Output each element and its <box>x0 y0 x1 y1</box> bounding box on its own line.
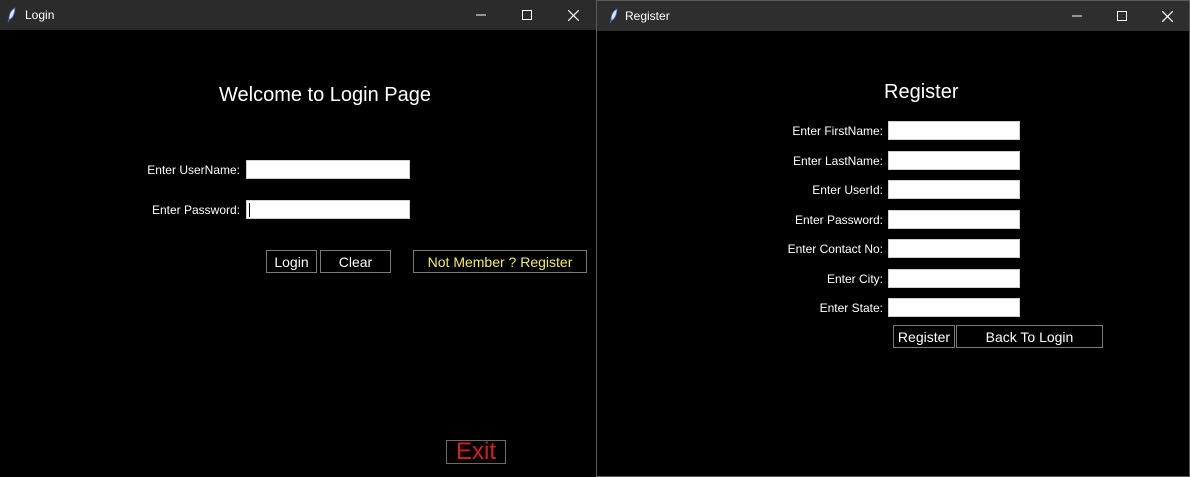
text-caret <box>249 203 250 217</box>
page-title: Welcome to Login Page <box>219 84 431 106</box>
lastname-input[interactable] <box>888 151 1020 170</box>
minimize-button[interactable] <box>1054 1 1100 31</box>
close-button[interactable] <box>550 0 596 30</box>
clear-button[interactable]: Clear <box>320 250 391 273</box>
minimize-button[interactable] <box>458 0 504 30</box>
city-input[interactable] <box>888 269 1020 288</box>
window-title: Register <box>625 9 670 23</box>
userid-label: Enter UserId: <box>812 183 883 197</box>
login-button[interactable]: Login <box>266 250 317 273</box>
maximize-icon <box>522 10 532 20</box>
maximize-button[interactable] <box>504 0 550 30</box>
contact-input[interactable] <box>888 239 1020 258</box>
password-label: Enter Password: <box>151 203 240 217</box>
password-input[interactable] <box>888 210 1020 229</box>
lastname-label: Enter LastName: <box>792 154 883 168</box>
password-input[interactable] <box>246 200 410 219</box>
register-button[interactable]: Register <box>893 325 955 348</box>
contact-label: Enter Contact No: <box>787 242 883 256</box>
username-label: Enter UserName: <box>147 163 240 177</box>
close-button[interactable] <box>1144 1 1189 31</box>
firstname-input[interactable] <box>888 121 1020 140</box>
page-title: Register <box>884 81 959 103</box>
register-link-button[interactable]: Not Member ? Register <box>413 250 587 273</box>
maximize-button[interactable] <box>1099 1 1145 31</box>
register-titlebar[interactable]: Register <box>597 1 1189 31</box>
feather-icon <box>7 7 16 23</box>
close-icon <box>567 9 579 21</box>
firstname-label: Enter FirstName: <box>792 124 883 138</box>
userid-input[interactable] <box>888 180 1020 199</box>
close-icon <box>1161 10 1173 22</box>
login-titlebar[interactable]: Login <box>0 0 596 30</box>
minimize-icon <box>1072 15 1082 17</box>
maximize-icon <box>1117 11 1127 21</box>
register-window: Register Register Enter FirstName: Enter… <box>596 0 1190 477</box>
city-label: Enter City: <box>826 272 883 286</box>
back-to-login-button[interactable]: Back To Login <box>956 325 1103 348</box>
password-label: Enter Password: <box>794 213 883 227</box>
minimize-icon <box>476 14 486 16</box>
username-input[interactable] <box>246 160 410 179</box>
state-input[interactable] <box>888 298 1020 317</box>
exit-button[interactable]: Exit <box>446 438 506 465</box>
feather-icon <box>609 8 618 24</box>
state-label: Enter State: <box>819 301 883 315</box>
login-window: Login Welcome to Login Page Enter UserNa… <box>0 0 596 477</box>
window-title: Login <box>25 8 55 22</box>
